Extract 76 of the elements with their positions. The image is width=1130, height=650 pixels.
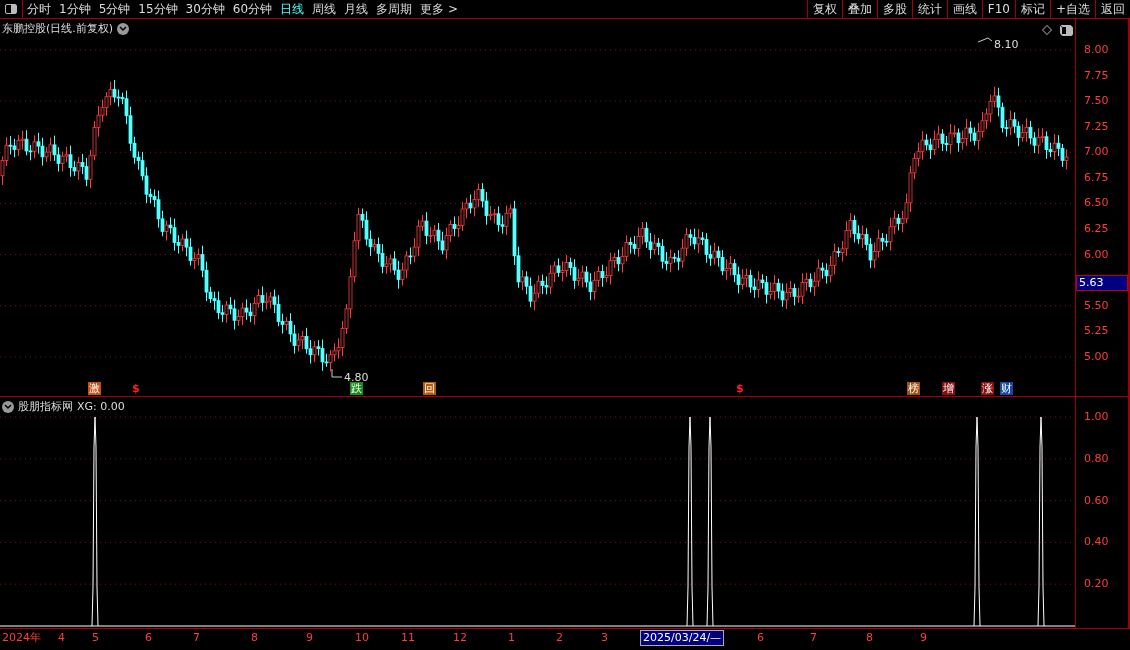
axis-label: 7.25 xyxy=(1084,119,1109,133)
toolbar-button[interactable]: 复权 xyxy=(806,0,842,18)
date-label: 8 xyxy=(866,631,873,645)
toolbar-button[interactable]: 叠加 xyxy=(841,0,877,18)
chevron-down-icon[interactable] xyxy=(2,400,14,413)
axis-label: 1.00 xyxy=(1084,410,1109,423)
event-marker[interactable]: 回 xyxy=(423,382,436,395)
date-label: 5 xyxy=(92,631,99,645)
period-tab[interactable]: 5分钟 xyxy=(94,0,135,18)
axis-label: 0.60 xyxy=(1084,493,1109,507)
period-tab[interactable]: 分时 xyxy=(23,0,55,18)
date-label: 6 xyxy=(757,631,764,645)
axis-label: 5.25 xyxy=(1084,324,1109,338)
date-label: 10 xyxy=(355,631,369,645)
axis-label: 7.00 xyxy=(1084,145,1109,159)
axis-label: 6.50 xyxy=(1084,196,1109,210)
axis-label: 7.50 xyxy=(1084,94,1109,108)
date-label: 6 xyxy=(145,631,152,645)
leader-line xyxy=(331,368,343,378)
date-label: 7 xyxy=(193,631,200,645)
date-label: 7 xyxy=(810,631,817,645)
event-marker[interactable]: 激 xyxy=(88,382,101,395)
date-label: 2024年 xyxy=(2,631,41,645)
price-label: 4.80 xyxy=(344,371,369,384)
period-tab[interactable]: 月线 xyxy=(340,0,373,18)
date-label: 2025/03/24/— xyxy=(640,630,725,646)
leader-line xyxy=(977,37,993,43)
axis-label: 6.75 xyxy=(1084,170,1109,184)
event-marker[interactable]: 榜 xyxy=(907,382,920,395)
date-label: 3 xyxy=(601,631,608,645)
axis-label: 6.25 xyxy=(1084,222,1109,235)
date-label: 9 xyxy=(306,631,313,645)
period-tab[interactable]: 更多 > xyxy=(416,0,462,18)
period-tab[interactable]: 15分钟 xyxy=(134,0,182,18)
event-marker[interactable]: 财 xyxy=(1000,382,1013,395)
event-marker[interactable]: 增 xyxy=(942,382,955,395)
price-label: 8.10 xyxy=(994,38,1019,51)
axis-label: 0.20 xyxy=(1084,577,1109,591)
diamond-icon[interactable] xyxy=(1042,25,1052,35)
toolbar-button[interactable]: F10 xyxy=(981,0,1015,18)
current-price-tag: 5.63 xyxy=(1076,275,1128,291)
period-tab[interactable]: 30分钟 xyxy=(181,0,229,18)
toolbar-button[interactable]: 多股 xyxy=(876,0,912,18)
event-marker[interactable]: $ xyxy=(735,382,745,395)
panel-toggle-icon[interactable] xyxy=(1060,25,1072,35)
date-label: 4 xyxy=(58,631,65,645)
period-tab[interactable]: 1分钟 xyxy=(55,0,95,18)
axis-label: 0.40 xyxy=(1084,535,1109,549)
axis-label: 5.50 xyxy=(1084,298,1109,312)
date-label: 8 xyxy=(251,631,258,645)
event-marker[interactable]: $ xyxy=(131,382,141,395)
axis-label: 6.00 xyxy=(1084,247,1109,261)
toolbar-button[interactable]: 返回 xyxy=(1095,0,1130,18)
chevron-down-icon[interactable] xyxy=(117,22,130,35)
event-marker[interactable]: 跌 xyxy=(350,382,363,395)
indicator-title: 股朋指标网 xyxy=(18,399,73,414)
date-label: 1 xyxy=(508,631,515,645)
period-tab[interactable]: 60分钟 xyxy=(228,0,277,18)
chart-title: 东鹏控股(日线.前复权) xyxy=(2,21,114,36)
axis-label: 5.00 xyxy=(1084,349,1109,363)
period-tab[interactable]: 周线 xyxy=(308,0,341,18)
date-label: 12 xyxy=(453,631,467,645)
axis-label: 7.75 xyxy=(1084,68,1109,82)
toolbar-button[interactable]: 画线 xyxy=(946,0,982,18)
toolbar-button[interactable]: 统计 xyxy=(911,0,947,18)
axis-label: 0.80 xyxy=(1084,451,1109,465)
toolbar-button[interactable]: +自选 xyxy=(1049,0,1095,18)
date-label: 2 xyxy=(556,631,563,645)
date-label: 11 xyxy=(401,631,415,645)
period-tab[interactable]: 多周期 xyxy=(372,0,417,18)
toolbar-button[interactable]: 标记 xyxy=(1014,0,1050,18)
event-marker[interactable]: 涨 xyxy=(981,382,994,395)
date-label: 9 xyxy=(920,631,927,645)
axis-label: 8.00 xyxy=(1084,43,1109,56)
period-tab[interactable]: 日线 xyxy=(276,0,309,18)
indicator-reading: XG: 0.00 xyxy=(77,400,125,413)
